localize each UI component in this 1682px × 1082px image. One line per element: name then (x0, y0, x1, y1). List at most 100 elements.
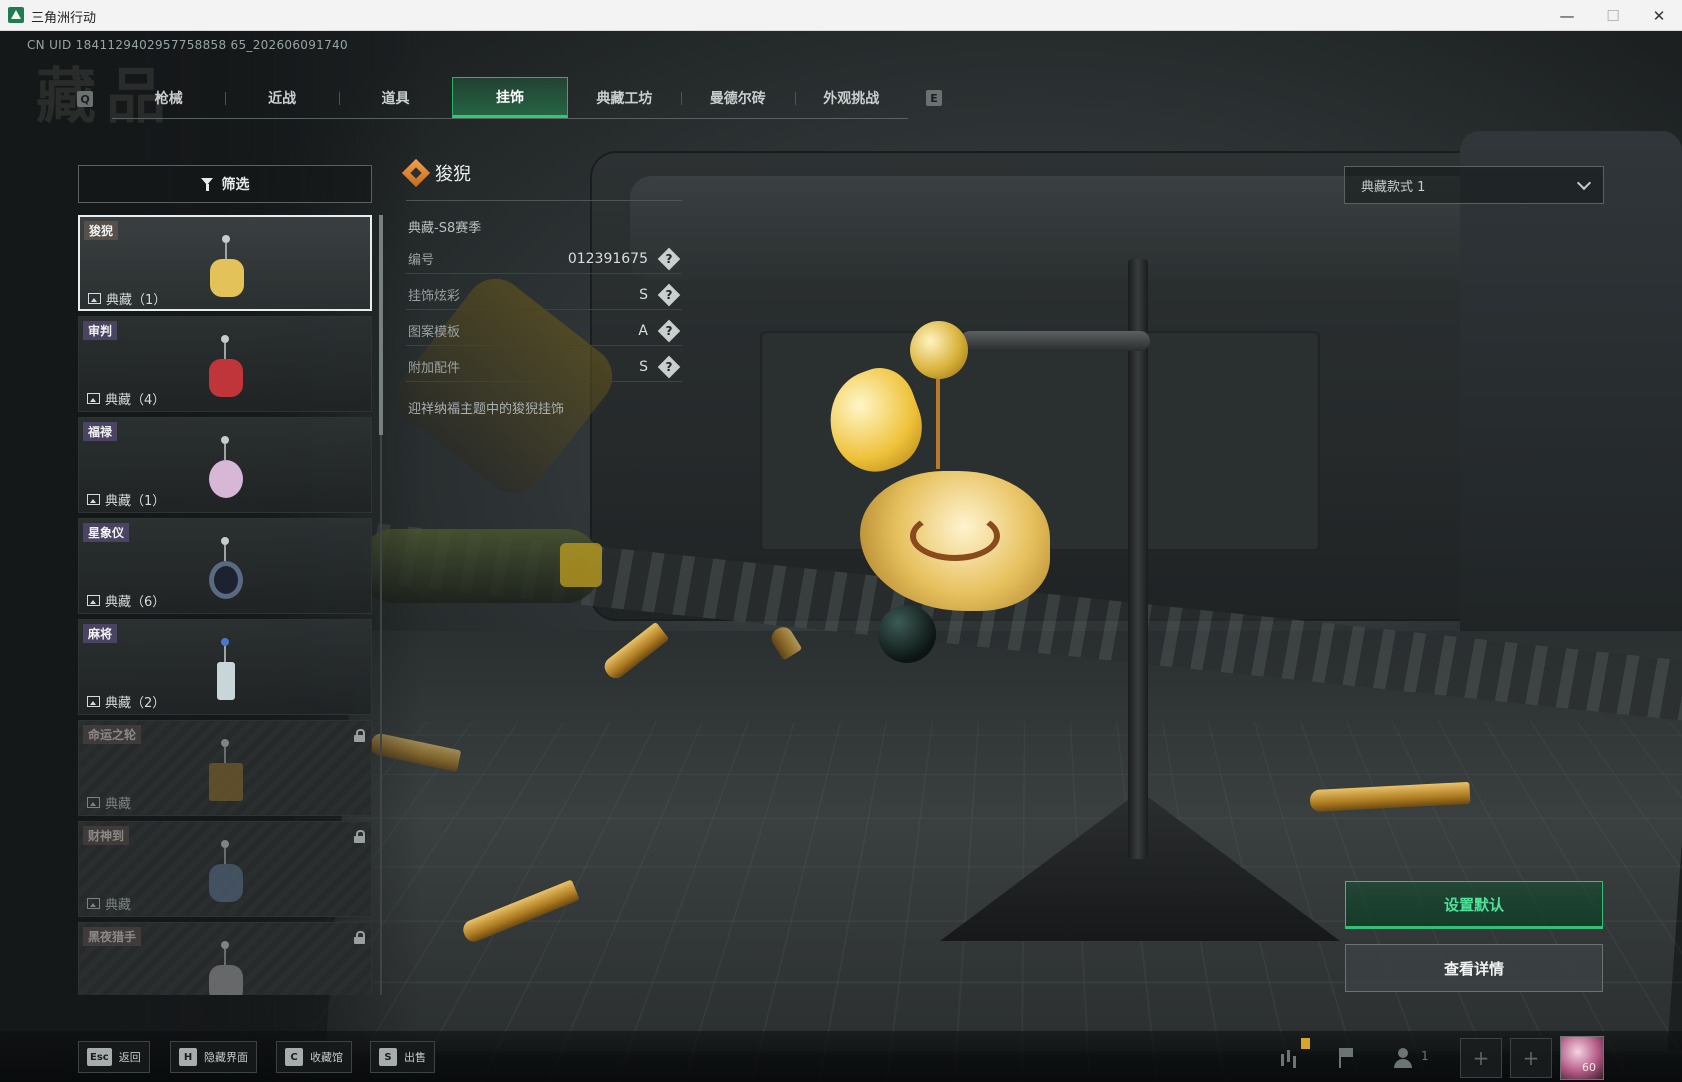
gallery-icon (87, 898, 100, 909)
collection-hall-button[interactable]: C 收藏馆 (276, 1041, 352, 1073)
display-stand-arm (960, 331, 1150, 351)
item-count: 典藏（6） (87, 591, 165, 610)
tab-melee[interactable]: 近战 (225, 77, 338, 118)
charm-string (936, 379, 940, 469)
key-hint: Esc (87, 1048, 112, 1066)
attribute-row: 附加配件 S ? (406, 352, 682, 382)
close-button[interactable]: ✕ (1636, 0, 1682, 31)
item-name-tag: 星象仪 (83, 523, 129, 542)
category-tabs: 枪械 近战 道具 挂饰 典藏工坊 曼德尔砖 外观挑战 (112, 77, 908, 119)
item-count-label: 典藏（1） (106, 289, 166, 308)
item-count: 典藏 (87, 793, 131, 812)
team-count: 1 (1421, 1049, 1429, 1063)
key-hint: C (285, 1048, 303, 1066)
tab-appearance-challenge[interactable]: 外观挑战 (795, 77, 908, 118)
item-name-tag: 狻猊 (84, 221, 118, 240)
lock-icon (354, 931, 365, 943)
item-thumbnail (199, 941, 253, 995)
help-icon[interactable]: ? (660, 358, 678, 376)
attribute-value: 012391675 (536, 251, 660, 267)
attribute-row: 挂饰炫彩 S ? (406, 280, 682, 310)
prev-tab-key-hint[interactable]: Q (77, 91, 93, 107)
item-thumbnail (199, 638, 253, 702)
filter-label: 筛选 (222, 174, 250, 194)
rarity-diamond-icon (402, 159, 430, 187)
help-icon[interactable]: ? (660, 322, 678, 340)
hint-label: 返回 (119, 1049, 141, 1065)
charm-list-item[interactable]: 狻猊 典藏（1） (78, 215, 372, 311)
attribute-label: 附加配件 (406, 357, 536, 376)
tab-items[interactable]: 道具 (339, 77, 452, 118)
attribute-value: S (536, 359, 660, 375)
item-thumbnail (199, 840, 253, 904)
gallery-icon (87, 393, 100, 404)
scene-crate-right (1460, 131, 1682, 671)
help-icon[interactable]: ? (660, 250, 678, 268)
detail-season: 典藏-S8赛季 (408, 217, 481, 236)
chevron-down-icon (1577, 176, 1591, 190)
add-teammate-slot[interactable]: + (1460, 1038, 1502, 1078)
filter-button[interactable]: 筛选 (78, 165, 372, 203)
list-scrollbar-thumb[interactable] (379, 215, 383, 435)
item-count: 典藏 (87, 894, 131, 913)
item-thumbnail (199, 739, 253, 803)
attribute-row: 图案模板 A ? (406, 316, 682, 346)
sell-button[interactable]: S 出售 (370, 1041, 435, 1073)
item-count-label: 典藏 (105, 894, 131, 913)
charm-list-item[interactable]: 财神到 典藏 (78, 821, 372, 917)
item-count: 典藏（1） (87, 490, 165, 509)
item-count-label: 典藏（1） (105, 490, 165, 509)
gallery-icon (88, 293, 101, 304)
avatar-level: 60 (1582, 1061, 1596, 1074)
item-count-label: 典藏（2） (105, 692, 165, 711)
item-name-tag: 审判 (83, 321, 117, 340)
style-variant-value: 典藏款式 1 (1361, 176, 1425, 195)
charm-list-item[interactable]: 审判 典藏（4） (78, 316, 372, 412)
item-name-tag: 福禄 (83, 422, 117, 441)
item-name-tag: 麻将 (83, 624, 117, 643)
hide-ui-button[interactable]: H 隐藏界面 (170, 1041, 257, 1073)
lock-icon (354, 729, 365, 741)
charm-list: 狻猊 典藏（1） 审判 典藏（4） 福禄 典藏（1） 星象仪 典藏（6） 麻将 … (78, 215, 372, 995)
app-logo-icon (8, 7, 24, 23)
charm-list-item[interactable]: 黑夜猎手 (78, 922, 372, 995)
charm-list-item[interactable]: 麻将 典藏（2） (78, 619, 372, 715)
hint-label: 隐藏界面 (204, 1049, 248, 1065)
item-count: 典藏（2） (87, 692, 165, 711)
charm-list-item[interactable]: 命运之轮 典藏 (78, 720, 372, 816)
detail-description: 迎祥纳福主题中的狻猊挂饰 (408, 398, 564, 417)
key-hint: H (179, 1048, 197, 1066)
team-icon[interactable] (1390, 1044, 1418, 1072)
scene-canister-cap (560, 543, 602, 587)
gallery-icon (87, 494, 100, 505)
charm-list-item[interactable]: 福禄 典藏（1） (78, 417, 372, 513)
view-details-button[interactable]: 查看详情 (1345, 944, 1603, 992)
tab-mandel-brick[interactable]: 曼德尔砖 (681, 77, 794, 118)
lock-icon (354, 830, 365, 842)
tab-firearms[interactable]: 枪械 (112, 77, 225, 118)
tab-collection-workshop[interactable]: 典藏工坊 (568, 77, 681, 118)
item-count: 典藏（4） (87, 389, 165, 408)
attribute-label: 挂饰炫彩 (406, 285, 536, 304)
add-teammate-slot[interactable]: + (1510, 1038, 1552, 1078)
hint-label: 收藏馆 (310, 1049, 343, 1065)
gallery-icon (87, 696, 100, 707)
attribute-value: S (536, 287, 660, 303)
charm-orb (878, 605, 936, 663)
charm-list-item[interactable]: 星象仪 典藏（6） (78, 518, 372, 614)
item-thumbnail (199, 335, 253, 399)
help-icon[interactable]: ? (660, 286, 678, 304)
item-thumbnail (200, 235, 254, 299)
item-count: 典藏（1） (88, 289, 166, 308)
next-tab-key-hint[interactable]: E (926, 90, 942, 106)
gallery-icon (87, 595, 100, 606)
detail-name: 狻猊 (435, 160, 471, 186)
minimize-button[interactable]: — (1544, 0, 1590, 31)
set-default-button[interactable]: 设置默认 (1345, 881, 1603, 929)
flag-icon[interactable] (1331, 1044, 1359, 1072)
style-variant-select[interactable]: 典藏款式 1 (1344, 166, 1604, 204)
maximize-button[interactable]: ☐ (1590, 0, 1636, 31)
tab-charms[interactable]: 挂饰 (452, 77, 567, 118)
stats-icon[interactable] (1275, 1044, 1303, 1072)
back-button[interactable]: Esc 返回 (78, 1041, 150, 1073)
